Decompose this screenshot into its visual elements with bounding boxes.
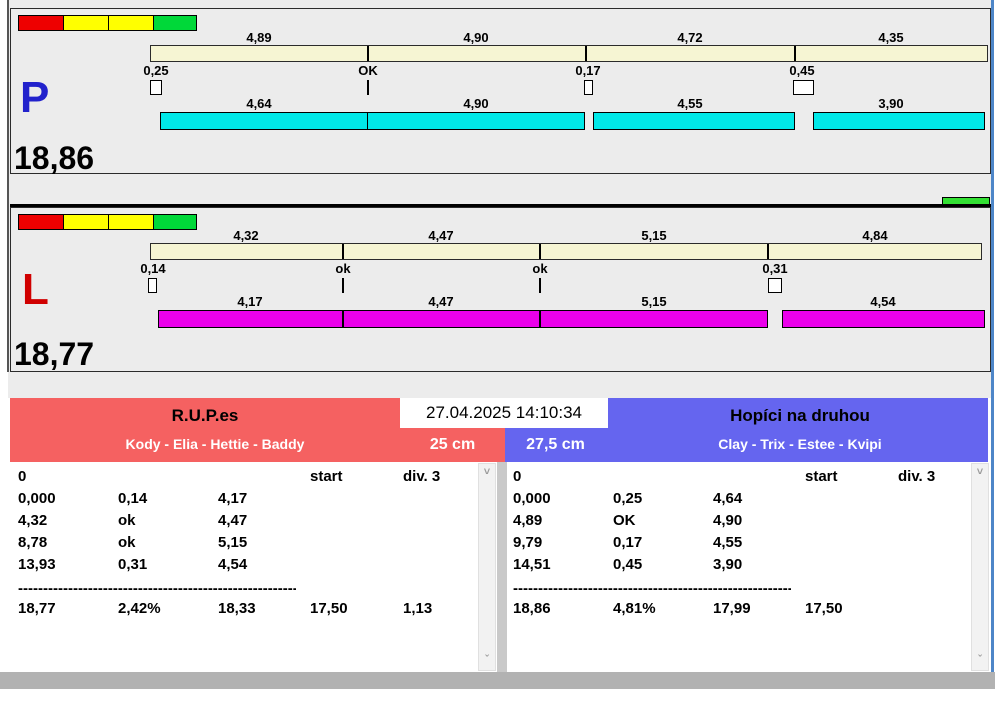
scroll-up-icon[interactable]: ˅: [479, 466, 495, 480]
window-bottom-strip: [0, 672, 995, 689]
left-team-members: Kody - Elia - Hettie - Baddy: [125, 436, 305, 452]
table-row: 13,93 0,31 4,54: [18, 556, 248, 573]
table-row: 14,51 0,45 3,90: [513, 556, 743, 573]
gauge-divider: [794, 46, 796, 61]
p-gap-marker: [793, 80, 814, 95]
table-separator: ----------------------------------------…: [513, 580, 791, 596]
l-ok-tick: [539, 278, 541, 293]
p-ok-tick: [367, 80, 369, 95]
left-table-scrollbar[interactable]: ˅ ˇ: [478, 463, 496, 671]
l-upper-split: 4,47: [428, 228, 454, 243]
p-lane-letter: P: [20, 73, 50, 122]
table-gap: [497, 462, 507, 672]
l-gap-label: ok: [532, 261, 548, 276]
l-gap-marker: [768, 278, 782, 293]
l-upper-split: 4,84: [862, 228, 888, 243]
p-gap-label: OK: [358, 63, 378, 78]
application-window: Rozbeh Cidla Kombi Graf Grafy Druzstva K…: [0, 0, 995, 716]
l-lower-split: 5,15: [641, 294, 667, 309]
table-row: 4,32 ok 4,47: [18, 512, 248, 529]
right-team-name: Hopíci na druhou: [730, 406, 870, 425]
l-gap-label: ok: [335, 261, 351, 276]
l-lower-split: 4,54: [870, 294, 896, 309]
p-upper-split: 4,72: [677, 30, 703, 45]
l-run-bar: [343, 310, 540, 328]
p-gap-label: 0,45: [789, 63, 815, 78]
status-cell-green: [153, 15, 197, 31]
p-lower-split: 4,90: [463, 96, 489, 111]
l-lower-split: 4,47: [428, 294, 454, 309]
p-upper-split: 4,89: [246, 30, 272, 45]
gauge-divider: [342, 244, 344, 259]
window-right-edge: [991, 0, 994, 689]
p-lower-split: 3,90: [878, 96, 904, 111]
p-upper-split: 4,90: [463, 30, 489, 45]
datetime-display: 27.04.2025 14:10:34: [400, 398, 608, 428]
right-table-scrollbar[interactable]: ˅ ˇ: [971, 463, 989, 671]
gauge-divider: [367, 46, 369, 61]
scroll-down-icon[interactable]: ˇ: [479, 654, 495, 668]
right-team-members: Clay - Trix - Estee - Kvipi: [718, 436, 882, 452]
l-run-bar: [782, 310, 985, 328]
status-cell-yellow: [63, 214, 109, 230]
p-lower-split: 4,55: [677, 96, 703, 111]
status-cell-yellow: [63, 15, 109, 31]
status-cell-red: [18, 214, 64, 230]
l-lane-letter: L: [22, 265, 49, 314]
p-lane-total: 18,86: [14, 140, 95, 176]
table-row: 0 start div. 3: [18, 468, 441, 485]
status-cell-red: [18, 15, 64, 31]
l-gap-label: 0,31: [762, 261, 788, 276]
l-gap-label: 0,14: [140, 261, 166, 276]
table-row: 0,000 0,25 4,64: [513, 490, 743, 507]
p-run-bar: [367, 112, 585, 130]
p-gap-marker: [150, 80, 162, 95]
table-row: 0 start div. 3: [513, 468, 936, 485]
l-lane-total: 18,77: [14, 336, 95, 372]
l-gap-marker: [148, 278, 157, 293]
p-gauge-bar: [150, 45, 988, 62]
l-ok-tick: [342, 278, 344, 293]
l-run-bar: [540, 310, 768, 328]
gauge-divider: [585, 46, 587, 61]
window-left-edge: [7, 0, 9, 372]
scroll-down-icon[interactable]: ˇ: [972, 654, 988, 668]
gauge-divider: [539, 244, 541, 259]
table-row: 9,79 0,17 4,55: [513, 534, 743, 551]
table-row: 8,78 ok 5,15: [18, 534, 248, 551]
scroll-up-icon[interactable]: ˅: [972, 466, 988, 480]
p-lower-split: 4,64: [246, 96, 272, 111]
table-separator: ----------------------------------------…: [18, 580, 296, 596]
l-upper-split: 4,32: [233, 228, 259, 243]
left-team-jump-height: 25 cm: [429, 436, 476, 453]
gauge-divider: [767, 244, 769, 259]
p-gap-marker: [584, 80, 593, 95]
p-gap-label: 0,17: [575, 63, 601, 78]
left-team-name: R.U.P.es: [171, 406, 239, 425]
status-cell-yellow: [108, 214, 154, 230]
l-upper-split: 5,15: [641, 228, 667, 243]
right-team-jump-height: 27,5 cm: [526, 436, 585, 453]
p-run-bar: [160, 112, 368, 130]
status-cell-yellow: [108, 15, 154, 31]
p-run-bar: [593, 112, 795, 130]
table-row: 0,000 0,14 4,17: [18, 490, 248, 507]
p-run-bar: [813, 112, 985, 130]
p-gap-label: 0,25: [143, 63, 169, 78]
p-upper-split: 4,35: [878, 30, 904, 45]
table-row: 4,89 OK 4,90: [513, 512, 743, 529]
l-lower-split: 4,17: [237, 294, 263, 309]
table-total-row: 18,86 4,81% 17,99 17,50: [513, 600, 843, 617]
table-total-row: 18,77 2,42% 18,33 17,50 1,13: [18, 600, 433, 617]
l-run-bar: [158, 310, 343, 328]
l-gauge-bar: [150, 243, 982, 260]
